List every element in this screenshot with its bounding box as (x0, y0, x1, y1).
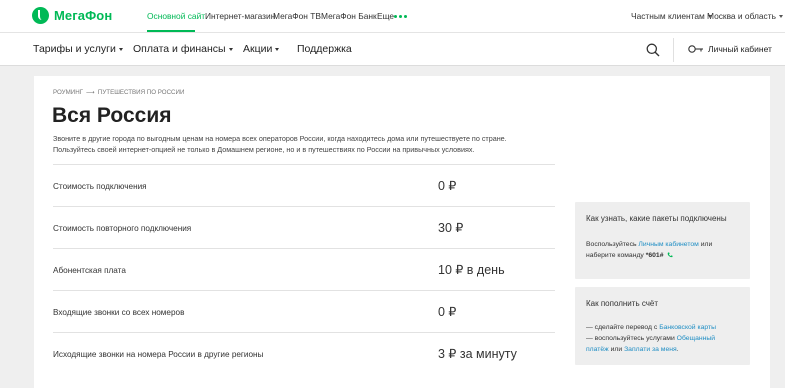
price-value: 30 ₽ (438, 221, 464, 235)
promised-payment-link[interactable]: платёж (586, 346, 609, 353)
logo-text: МегаФон (54, 8, 113, 23)
personal-cabinet-label: Личный кабинет (708, 44, 772, 54)
chevron-down-icon (118, 47, 123, 51)
phone-icon[interactable] (667, 252, 673, 258)
personal-cabinet-button[interactable]: Личный кабинет (688, 44, 772, 54)
price-row: Входящие звонки со всех номеров 0 ₽ (53, 290, 555, 332)
key-icon (688, 45, 703, 53)
breadcrumb-russia-travel[interactable]: Путешествия по России (98, 89, 185, 96)
region-selector[interactable]: Москва и область (707, 11, 783, 21)
info-box-title: Как узнать, какие пакеты подключены (586, 214, 727, 223)
info-box-text: Воспользуйтесь Личным кабинетом или (586, 240, 712, 251)
price-value: 10 ₽ в день (438, 263, 505, 277)
price-table: Стоимость подключения 0 ₽ Стоимость повт… (53, 164, 555, 374)
nav-label: Тарифы и услуги (33, 43, 116, 55)
top-bar: МегаФон Основной сайт Интернет-магазин М… (0, 0, 785, 33)
price-label: Стоимость повторного подключения (53, 224, 192, 233)
chevron-down-icon (275, 47, 280, 51)
price-row: Стоимость подключения 0 ₽ (53, 164, 555, 206)
page-lead: Звоните в другие города по выгодным цена… (53, 133, 573, 155)
text: . (676, 346, 679, 353)
segment-selector[interactable]: Частным клиентам (631, 11, 712, 21)
toplink-main-site[interactable]: Основной сайт (147, 11, 205, 21)
lead-line: Пользуйтесь своей интернет-опцией не тол… (53, 145, 475, 154)
nav-label: Акции (243, 43, 273, 55)
nav-item-payment[interactable]: Оплата и финансы (133, 43, 233, 55)
chevron-down-icon (778, 15, 783, 19)
main-nav: Тарифы и услуги Оплата и финансы Акции П… (0, 33, 785, 66)
divider (673, 38, 674, 62)
nav-item-support[interactable]: Поддержка (297, 43, 352, 55)
nav-label: Оплата и финансы (133, 43, 226, 55)
content-card: Роуминг ⟶ Путешествия по России Вся Россия… (34, 76, 770, 388)
info-box-text: — сделайте перевод с Банковской карты (586, 323, 716, 334)
info-box-packages: Как узнать, какие пакеты подключены Восп… (575, 202, 750, 279)
lead-line: Звоните в другие города по выгодным цена… (53, 134, 507, 143)
personal-cabinet-link[interactable]: Личным кабинетом (638, 241, 698, 248)
text: или (608, 346, 625, 353)
price-value: 0 ₽ (438, 179, 457, 193)
price-value: 3 ₽ за минуту (438, 347, 517, 361)
pay-for-me-link[interactable]: Заплати за меня (624, 346, 677, 353)
region-label: Москва и область (707, 11, 776, 21)
text: — сделайте перевод с (586, 324, 660, 331)
nav-item-tariffs[interactable]: Тарифы и услуги (33, 43, 123, 55)
bank-card-link[interactable]: Банковской карты (659, 324, 716, 331)
breadcrumb: Роуминг ⟶ Путешествия по России (53, 89, 184, 96)
price-label: Стоимость подключения (53, 182, 147, 191)
ussd-code: *601# (645, 252, 664, 259)
toplink-online-store[interactable]: Интернет-магазин (205, 11, 275, 21)
text: или (698, 241, 713, 248)
toplink-megafon-tv[interactable]: МегаФон ТВ (273, 11, 321, 21)
chevron-down-icon (228, 47, 233, 51)
text: — воспользуйтесь услугами (586, 335, 677, 342)
logo-icon (32, 7, 49, 24)
price-label: Абонентская плата (53, 266, 126, 275)
price-label: Входящие звонки со всех номеров (53, 308, 185, 317)
price-row: Абонентская плата 10 ₽ в день (53, 248, 555, 290)
more-dots-icon[interactable] (394, 15, 407, 18)
promised-payment-link[interactable]: Обещанный (677, 335, 715, 342)
segment-label: Частным клиентам (631, 11, 705, 21)
price-label: Исходящие звонки на номера России в друг… (53, 350, 264, 359)
search-icon[interactable] (646, 43, 660, 57)
toplink-megafon-bank[interactable]: МегаФон Банк (321, 11, 377, 21)
info-box-title: Как пополнить счёт (586, 299, 659, 308)
megafon-logo[interactable]: МегаФон (32, 7, 112, 24)
info-box-text: — воспользуйтесь услугами Обещанный (586, 334, 715, 345)
info-box-text: платёж или Заплати за меня. (586, 345, 679, 356)
text: наберите команду (586, 252, 646, 259)
page-title: Вся Россия (52, 104, 172, 127)
nav-item-promotions[interactable]: Акции (243, 43, 280, 55)
arrow-right-icon: ⟶ (86, 89, 95, 96)
price-value: 0 ₽ (438, 305, 457, 319)
price-row: Стоимость повторного подключения 30 ₽ (53, 206, 555, 248)
text: Воспользуйтесь (586, 241, 639, 248)
breadcrumb-roaming[interactable]: Роуминг (53, 89, 83, 96)
info-box-text: наберите команду *601# (586, 251, 673, 262)
toplink-more[interactable]: Еще (377, 11, 394, 21)
info-box-topup: Как пополнить счёт — сделайте перевод с … (575, 287, 750, 365)
price-row: Исходящие звонки на номера России в друг… (53, 332, 555, 374)
